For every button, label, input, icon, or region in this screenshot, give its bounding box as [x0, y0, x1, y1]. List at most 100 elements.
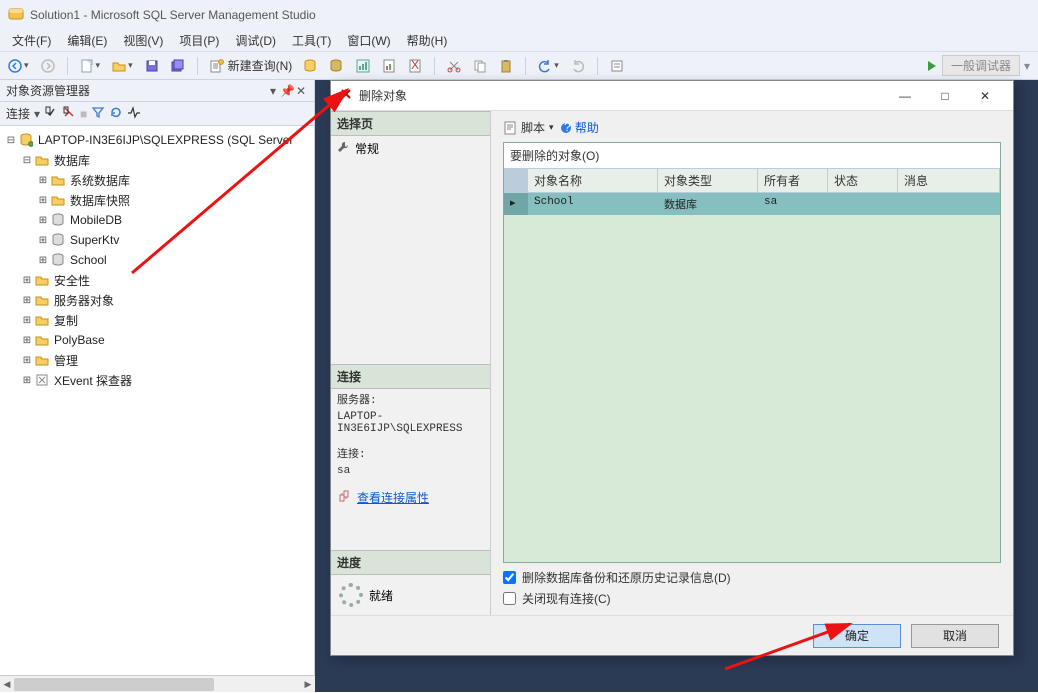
folder-icon [34, 332, 50, 348]
new-query-button[interactable]: 新建查询(N) [206, 55, 297, 77]
menu-debug[interactable]: 调试(D) [227, 32, 284, 49]
tree-server-objects[interactable]: ⊞服务器对象 [4, 290, 314, 310]
ok-button[interactable]: 确定 [813, 624, 901, 648]
tree-databases[interactable]: ⊟数据库 [4, 150, 314, 170]
connection-header: 连接 [331, 364, 490, 389]
tree-db-superktv[interactable]: ⊞SuperKtv [4, 230, 314, 250]
save-button[interactable] [141, 55, 163, 77]
close-button[interactable]: ✕ [965, 82, 1005, 110]
tree-system-databases[interactable]: ⊞系统数据库 [4, 170, 314, 190]
col-owner[interactable]: 所有者 [758, 168, 828, 193]
menu-edit[interactable]: 编辑(E) [59, 32, 115, 49]
menu-project[interactable]: 项目(P) [171, 32, 227, 49]
pin-icon[interactable]: 📌 [280, 84, 294, 98]
select-page-header: 选择页 [331, 111, 490, 136]
server-icon [18, 132, 34, 148]
disconnect-icon[interactable] [62, 105, 76, 122]
cut-button[interactable] [443, 55, 465, 77]
scroll-thumb[interactable] [14, 678, 214, 691]
tree-xevent[interactable]: ⊞XEvent 探查器 [4, 370, 314, 390]
help-link[interactable]: ? 帮助 [560, 119, 599, 136]
tree-db-mobile[interactable]: ⊞MobileDB [4, 210, 314, 230]
props-button[interactable] [606, 55, 628, 77]
analysis-icon[interactable] [352, 55, 374, 77]
tree-replication[interactable]: ⊞复制 [4, 310, 314, 330]
menu-window[interactable]: 窗口(W) [339, 32, 398, 49]
save-all-button[interactable] [167, 55, 189, 77]
col-message[interactable]: 消息 [898, 168, 1000, 193]
scroll-left-icon[interactable]: ◀ [0, 676, 14, 693]
stop-icon[interactable]: ■ [80, 107, 87, 121]
database-icon [50, 252, 66, 268]
dialog-titlebar[interactable]: 删除对象 — □ ✕ [331, 81, 1013, 111]
folder-icon [34, 292, 50, 308]
nav-forward-button[interactable] [37, 55, 59, 77]
progress-status: 就绪 [369, 587, 393, 604]
new-item-dropdown[interactable] [76, 55, 105, 77]
redo-button[interactable] [567, 55, 589, 77]
maximize-button[interactable]: □ [925, 82, 965, 110]
tree-server-node[interactable]: ⊟LAPTOP-IN3E6IJP\SQLEXPRESS (SQL Server [4, 130, 314, 150]
row-selector[interactable]: ▸ [504, 193, 528, 215]
col-name[interactable]: 对象名称 [528, 168, 658, 193]
folder-icon [34, 152, 50, 168]
filter-icon[interactable] [91, 105, 105, 122]
folder-icon [50, 192, 66, 208]
nav-back-dropdown[interactable] [4, 55, 33, 77]
menu-file[interactable]: 文件(F) [4, 32, 59, 49]
ssms-app-icon [8, 7, 24, 23]
minimize-button[interactable]: — [885, 82, 925, 110]
tree-db-school[interactable]: ⊞School [4, 250, 314, 270]
debug-config-dropdown[interactable]: 一般调试器 [942, 55, 1020, 76]
open-file-dropdown[interactable] [108, 55, 137, 77]
db-query-icon[interactable] [300, 55, 322, 77]
tree-security[interactable]: ⊞安全性 [4, 270, 314, 290]
col-type[interactable]: 对象类型 [658, 168, 758, 193]
cancel-button[interactable]: 取消 [911, 624, 999, 648]
view-connection-properties-link[interactable]: 查看连接属性 [357, 489, 429, 506]
menubar: 文件(F) 编辑(E) 视图(V) 项目(P) 调试(D) 工具(T) 窗口(W… [0, 30, 1038, 52]
horizontal-scrollbar[interactable]: ◀ ▶ [0, 675, 315, 692]
row-selector-header[interactable] [504, 168, 528, 193]
col-status[interactable]: 状态 [828, 168, 898, 193]
menu-view[interactable]: 视图(V) [115, 32, 171, 49]
tree-polybase[interactable]: ⊞PolyBase [4, 330, 314, 350]
svg-text:?: ? [564, 122, 571, 134]
delete-backup-history-checkbox[interactable]: 删除数据库备份和还原历史记录信息(D) [503, 569, 1001, 586]
menu-tools[interactable]: 工具(T) [284, 32, 339, 49]
menu-help[interactable]: 帮助(H) [399, 32, 456, 49]
connection-props-icon [337, 489, 351, 506]
table-row[interactable]: ▸ School 数据库 sa [504, 193, 1000, 215]
report-icon[interactable] [378, 55, 400, 77]
tree-database-snapshots[interactable]: ⊞数据库快照 [4, 190, 314, 210]
scroll-right-icon[interactable]: ▶ [301, 676, 315, 693]
page-general[interactable]: 常规 [331, 136, 490, 161]
undo-dropdown[interactable] [534, 55, 563, 77]
connect-icon[interactable] [44, 105, 58, 122]
objects-list-title: 要删除的对象(O) [504, 143, 1000, 168]
folder-icon [34, 312, 50, 328]
svg-text:X: X [411, 59, 419, 72]
tree-management[interactable]: ⊞管理 [4, 350, 314, 370]
debug-start-icon[interactable] [922, 55, 942, 77]
panel-close-icon[interactable]: ✕ [294, 84, 308, 98]
close-existing-connections-checkbox[interactable]: 关闭现有连接(C) [503, 590, 1001, 607]
folder-icon [34, 272, 50, 288]
xevent-icon [34, 372, 50, 388]
paste-button[interactable] [495, 55, 517, 77]
object-explorer-panel: 对象资源管理器 ▾ 📌 ✕ 连接▾ ■ ⊟LAPTOP-IN3E6IJP\SQL… [0, 80, 315, 692]
object-explorer-toolbar: 连接▾ ■ [0, 102, 314, 126]
wrench-icon [337, 141, 349, 156]
copy-button[interactable] [469, 55, 491, 77]
objects-table[interactable]: 对象名称 对象类型 所有者 状态 消息 ▸ School 数据库 sa [504, 168, 1000, 562]
progress-header: 进度 [331, 550, 490, 575]
conn-value: sa [331, 463, 490, 479]
refresh-icon[interactable] [109, 105, 123, 122]
connect-label[interactable]: 连接 [6, 105, 30, 122]
panel-options-icon[interactable]: ▾ [266, 84, 280, 98]
activity-icon[interactable] [127, 105, 141, 122]
db-engine-icon[interactable] [326, 55, 348, 77]
script-dropdown[interactable]: 脚本 ▾ [503, 119, 554, 136]
object-explorer-tree[interactable]: ⊟LAPTOP-IN3E6IJP\SQLEXPRESS (SQL Server … [0, 126, 314, 692]
xmla-icon[interactable]: X [404, 55, 426, 77]
